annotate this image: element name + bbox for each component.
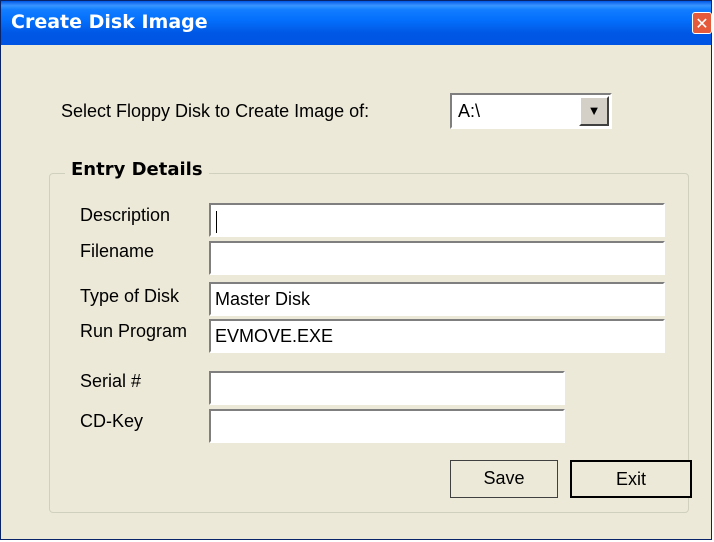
save-button[interactable]: Save	[450, 460, 558, 498]
run-program-label: Run Program	[80, 321, 188, 341]
entry-details-title: Entry Details	[65, 159, 209, 180]
create-disk-image-window: Create Disk Image ✕ Select Floppy Disk t…	[0, 0, 712, 540]
serial-number-label: Serial #	[80, 371, 142, 391]
type-of-disk-field[interactable]: Master Disk	[209, 282, 665, 316]
run-program-field[interactable]: EVMOVE.EXE	[209, 319, 665, 353]
description-label: Description	[80, 205, 171, 225]
type-of-disk-value: Master Disk	[215, 289, 311, 309]
description-field[interactable]	[209, 203, 665, 237]
type-of-disk-label: Type of Disk	[80, 286, 180, 306]
title-bar[interactable]: Create Disk Image ✕	[1, 1, 712, 45]
cd-key-field[interactable]	[209, 409, 565, 443]
filename-field[interactable]	[209, 241, 665, 275]
cd-key-label: CD-Key	[80, 411, 144, 431]
floppy-select-label: Select Floppy Disk to Create Image of:	[61, 101, 370, 121]
floppy-drive-value: A:\	[458, 101, 481, 121]
floppy-drive-select[interactable]: A:\ ▼	[450, 93, 612, 129]
serial-number-field[interactable]	[209, 371, 565, 405]
window-title: Create Disk Image	[11, 11, 208, 33]
dropdown-arrow-icon[interactable]: ▼	[579, 96, 609, 126]
filename-label: Filename	[80, 241, 155, 261]
close-icon[interactable]: ✕	[692, 12, 712, 34]
run-program-value: EVMOVE.EXE	[215, 326, 334, 346]
text-caret	[216, 211, 217, 233]
exit-button[interactable]: Exit	[570, 460, 692, 498]
